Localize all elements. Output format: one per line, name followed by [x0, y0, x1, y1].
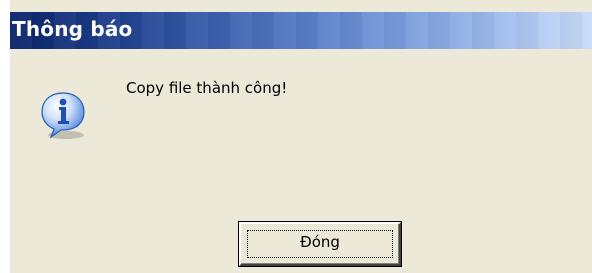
title-bar[interactable]: Thông báo [10, 12, 592, 49]
dialog-message: Copy file thành công! [126, 79, 288, 97]
dialog-title: Thông báo [12, 17, 133, 41]
close-button[interactable]: Đóng [239, 222, 401, 266]
message-dialog: Thông báo Copy file thành công! Đóng [0, 0, 592, 273]
close-button-label: Đóng [300, 233, 340, 251]
info-icon [37, 89, 89, 141]
